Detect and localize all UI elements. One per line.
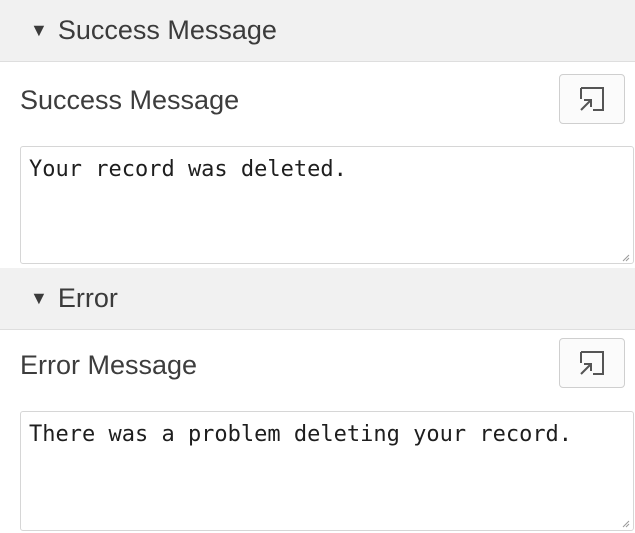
caret-down-icon: ▼ <box>30 20 48 40</box>
success-message-textarea[interactable]: Your record was deleted. <box>20 146 634 264</box>
success-expand-button[interactable] <box>559 74 625 124</box>
success-section-title: Success Message <box>57 15 277 45</box>
success-section-header[interactable]: ▼ Success Message <box>0 0 635 62</box>
open-in-expand-icon <box>580 351 604 375</box>
error-section-header[interactable]: ▼ Error <box>0 268 635 330</box>
resize-handle-icon[interactable] <box>620 518 630 528</box>
error-message-textarea[interactable]: There was a problem deleting your record… <box>20 411 634 531</box>
resize-handle-icon[interactable] <box>620 252 630 262</box>
error-message-label: Error Message <box>20 350 198 380</box>
caret-down-icon: ▼ <box>30 288 48 308</box>
success-message-label: Success Message <box>20 85 240 115</box>
open-in-expand-icon <box>580 87 604 111</box>
error-expand-button[interactable] <box>559 338 625 388</box>
error-message-section: ▼ Error Error Message There was a proble… <box>0 268 635 533</box>
success-message-section: ▼ Success Message Success Message Your r… <box>0 0 635 268</box>
error-section-title: Error <box>57 283 118 313</box>
